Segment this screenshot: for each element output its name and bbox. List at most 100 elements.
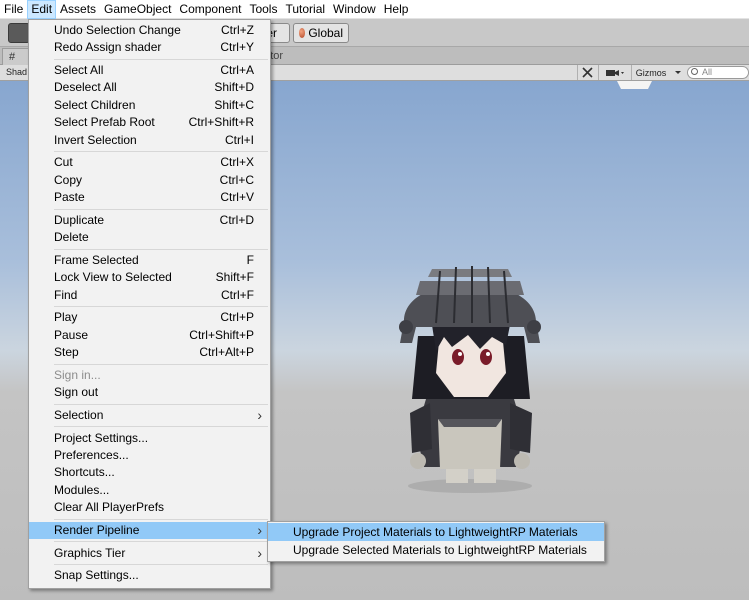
- menu-item-redo-assign-shader[interactable]: Redo Assign shader Ctrl+Y: [29, 39, 270, 56]
- menu-item-undo-selection-change[interactable]: Undo Selection Change Ctrl+Z: [29, 22, 270, 39]
- menu-item-label: Project Settings...: [54, 430, 149, 445]
- menu-item-shortcut: Ctrl+Y: [220, 40, 254, 55]
- menu-item-label: Deselect All: [54, 80, 117, 95]
- menu-item-paste[interactable]: Paste Ctrl+V: [29, 189, 270, 206]
- menu-item-shortcut: Shift+C: [214, 97, 254, 112]
- menu-item-label: Selection: [54, 407, 104, 422]
- tools-cross-icon[interactable]: [577, 65, 597, 80]
- hand-tool-button[interactable]: [8, 23, 30, 43]
- menu-item-label: Copy: [54, 172, 83, 187]
- menu-item-sign-out[interactable]: Sign out: [29, 384, 270, 401]
- menu-item-label: Duplicate: [54, 212, 105, 227]
- global-toggle-label: Global: [308, 26, 343, 40]
- menu-item-label: Select Prefab Root: [54, 115, 155, 130]
- menu-item-label: Sign out: [54, 385, 99, 400]
- search-placeholder: All: [702, 67, 713, 77]
- render-pipeline-submenu: Upgrade Project Materials to Lightweight…: [267, 521, 605, 562]
- menu-item-snap-settings[interactable]: Snap Settings...: [29, 567, 270, 584]
- menu-item-deselect-all[interactable]: Deselect All Shift+D: [29, 79, 270, 96]
- menu-item-select-prefab-root[interactable]: Select Prefab Root Ctrl+Shift+R: [29, 114, 270, 131]
- menu-item-invert-selection[interactable]: Invert Selection Ctrl+I: [29, 132, 270, 149]
- gizmos-label: Gizmos: [635, 67, 667, 78]
- menu-item-label: Select Children: [54, 97, 136, 112]
- menu-item-shortcut: Ctrl+V: [220, 190, 254, 205]
- orientation-gizmo[interactable]: [617, 81, 652, 89]
- menu-edit[interactable]: Edit: [27, 0, 57, 19]
- menu-item-shortcuts[interactable]: Shortcuts...: [29, 464, 270, 481]
- menu-item-label: Invert Selection: [54, 132, 137, 147]
- menu-item-shortcut: Ctrl+X: [220, 155, 254, 170]
- menu-item-project-settings[interactable]: Project Settings...: [29, 430, 270, 447]
- menu-item-cut[interactable]: Cut Ctrl+X: [29, 154, 270, 171]
- menu-item-find[interactable]: Find Ctrl+F: [29, 287, 270, 304]
- camera-dropdown-button[interactable]: [598, 65, 630, 80]
- menu-item-step[interactable]: Step Ctrl+Alt+P: [29, 344, 270, 361]
- menu-component[interactable]: Component: [175, 0, 245, 19]
- menu-item-sign-in: Sign in...: [29, 367, 270, 384]
- camera-icon: [605, 69, 624, 76]
- menu-item-label: Delete: [54, 230, 89, 245]
- menu-assets[interactable]: Assets: [56, 0, 100, 19]
- menu-item-label: Render Pipeline: [54, 522, 140, 537]
- shading-mode-dropdown[interactable]: Shad: [6, 65, 27, 80]
- menu-item-pause[interactable]: Pause Ctrl+Shift+P: [29, 327, 270, 344]
- menu-item-shortcut: Ctrl+A: [220, 63, 254, 78]
- menu-item-shortcut: Ctrl+D: [219, 212, 254, 227]
- menu-item-label: Lock View to Selected: [54, 270, 172, 285]
- menu-item-clear-all-playerprefs[interactable]: Clear All PlayerPrefs: [29, 499, 270, 516]
- menu-item-preferences[interactable]: Preferences...: [29, 447, 270, 464]
- menu-item-select-all[interactable]: Select All Ctrl+A: [29, 62, 270, 79]
- menu-item-copy[interactable]: Copy Ctrl+C: [29, 172, 270, 189]
- submenu-item-label: Upgrade Project Materials to Lightweight…: [293, 525, 578, 539]
- menu-item-label: Cut: [54, 155, 73, 170]
- character-model[interactable]: [399, 266, 541, 493]
- menu-item-shortcut: Ctrl+Shift+R: [188, 115, 254, 130]
- menu-item-select-children[interactable]: Select Children Shift+C: [29, 97, 270, 114]
- menu-tutorial[interactable]: Tutorial: [281, 0, 329, 19]
- menu-gameobject[interactable]: GameObject: [100, 0, 175, 19]
- menu-tools[interactable]: Tools: [245, 0, 281, 19]
- menu-file[interactable]: File: [0, 0, 27, 19]
- submenu-item-upgrade-project-materials-to-lightweightrp-materials[interactable]: Upgrade Project Materials to Lightweight…: [268, 523, 604, 541]
- menu-item-graphics-tier[interactable]: Graphics Tier ›: [29, 545, 270, 562]
- menu-item-label: Pause: [54, 327, 89, 342]
- menu-item-label: Clear All PlayerPrefs: [54, 500, 165, 515]
- global-toggle-button[interactable]: Global: [293, 23, 349, 43]
- menu-item-label: Graphics Tier: [54, 545, 126, 560]
- search-icon: [691, 68, 698, 75]
- scene-search-input[interactable]: All: [687, 66, 749, 79]
- submenu-item-upgrade-selected-materials-to-lightweightrp-materials[interactable]: Upgrade Selected Materials to Lightweigh…: [268, 541, 604, 559]
- menu-item-label: Modules...: [54, 482, 110, 497]
- menu-item-label: Preferences...: [54, 447, 129, 462]
- menu-item-label: Paste: [54, 190, 85, 205]
- menu-item-label: Sign in...: [54, 367, 101, 382]
- menu-item-label: Snap Settings...: [54, 568, 139, 583]
- menu-item-shortcut: Shift+F: [215, 270, 254, 285]
- menu-item-label: Shortcuts...: [54, 465, 115, 480]
- gizmos-dropdown-button[interactable]: Gizmos: [631, 65, 686, 80]
- menu-item-render-pipeline[interactable]: Render Pipeline ›: [29, 521, 270, 540]
- menu-item-delete[interactable]: Delete: [29, 229, 270, 246]
- menu-item-shortcut: Shift+D: [214, 80, 254, 95]
- menu-item-duplicate[interactable]: Duplicate Ctrl+D: [29, 212, 270, 229]
- menu-window[interactable]: Window: [329, 0, 380, 19]
- menu-item-shortcut: Ctrl+C: [219, 172, 254, 187]
- menu-item-label: Undo Selection Change: [54, 23, 181, 37]
- chevron-right-icon: ›: [257, 544, 262, 561]
- menu-item-lock-view-to-selected[interactable]: Lock View to Selected Shift+F: [29, 269, 270, 286]
- menu-item-selection[interactable]: Selection ›: [29, 407, 270, 424]
- menu-item-shortcut: Ctrl+I: [224, 132, 254, 147]
- menu-item-play[interactable]: Play Ctrl+P: [29, 309, 270, 326]
- chevron-down-icon: [675, 70, 682, 74]
- chevron-right-icon: ›: [257, 521, 262, 538]
- menu-item-modules[interactable]: Modules...: [29, 482, 270, 499]
- menu-help[interactable]: Help: [380, 0, 413, 19]
- menu-item-frame-selected[interactable]: Frame Selected F: [29, 252, 270, 269]
- menu-item-shortcut: F: [246, 252, 254, 267]
- menu-item-label: Frame Selected: [54, 252, 139, 267]
- menu-item-label: Redo Assign shader: [54, 40, 162, 55]
- globe-icon: [299, 28, 306, 38]
- scene-grid-icon: #: [9, 51, 16, 63]
- menu-item-label: Step: [54, 345, 79, 360]
- menubar: File Edit Assets GameObject Component Tools Tu…: [0, 0, 749, 19]
